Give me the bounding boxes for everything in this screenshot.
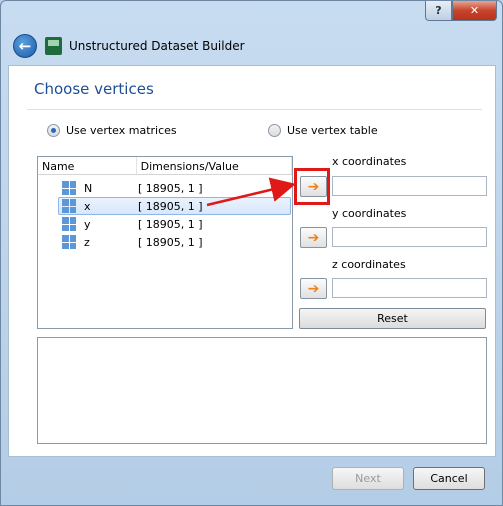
y-coordinates-field[interactable]: [332, 227, 487, 247]
next-button[interactable]: Next: [332, 467, 404, 490]
list-item[interactable]: y [ 18905, 1 ]: [38, 215, 292, 233]
list-item[interactable]: z [ 18905, 1 ]: [38, 233, 292, 251]
close-button[interactable]: ✕: [452, 1, 497, 21]
arrow-right-icon: ➔: [307, 229, 320, 246]
column-dimensions-header[interactable]: Dimensions/Value: [137, 157, 292, 174]
reset-button[interactable]: Reset: [299, 308, 486, 329]
heading-divider: [27, 109, 482, 110]
radio-matrices-label: Use vertex matrices: [66, 124, 177, 137]
title-buttons: ? ✕: [425, 1, 497, 21]
column-name-header[interactable]: Name: [38, 157, 137, 174]
cancel-button[interactable]: Cancel: [413, 467, 485, 490]
z-coordinates-field[interactable]: [332, 278, 487, 298]
title-bar: ? ✕: [1, 1, 502, 29]
assign-y-button[interactable]: ➔: [300, 227, 327, 248]
variable-list[interactable]: Name Dimensions/Value N [ 18905, 1 ] x […: [37, 156, 293, 329]
matrix-icon: [62, 217, 76, 231]
description-box: [37, 337, 487, 444]
radio-vertex-matrices[interactable]: Use vertex matrices: [47, 124, 177, 137]
row-name: x: [84, 199, 91, 213]
list-header: Name Dimensions/Value: [38, 157, 292, 175]
row-dimensions: [ 18905, 1 ]: [138, 217, 203, 231]
assign-z-button[interactable]: ➔: [300, 278, 327, 299]
list-item[interactable]: N [ 18905, 1 ]: [38, 179, 292, 197]
row-dimensions: [ 18905, 1 ]: [138, 181, 203, 195]
row-dimensions: [ 18905, 1 ]: [138, 199, 203, 213]
x-coordinates-label: x coordinates: [332, 155, 407, 168]
row-dimensions: [ 18905, 1 ]: [138, 235, 203, 249]
radio-table-indicator[interactable]: [268, 124, 281, 137]
annotation-highlight-box: [294, 168, 330, 205]
x-coordinates-field[interactable]: [332, 176, 487, 196]
wizard-header: ← Unstructured Dataset Builder: [1, 29, 502, 65]
arrow-right-icon: ➔: [307, 280, 320, 297]
matrix-icon: [62, 235, 76, 249]
app-icon: [45, 37, 62, 55]
back-arrow-icon: ←: [18, 37, 32, 55]
list-item-selected[interactable]: x [ 18905, 1 ]: [58, 197, 291, 215]
radio-matrices-indicator[interactable]: [47, 124, 60, 137]
app-title: Unstructured Dataset Builder: [69, 39, 245, 53]
radio-vertex-table[interactable]: Use vertex table: [268, 124, 378, 137]
wizard-content: Choose vertices Use vertex matrices Use …: [8, 65, 496, 457]
row-name: y: [84, 217, 91, 231]
dialog-window: ? ✕ ← Unstructured Dataset Builder Choos…: [0, 0, 503, 506]
matrix-icon: [62, 199, 76, 213]
page-title: Choose vertices: [34, 80, 154, 98]
y-coordinates-label: y coordinates: [332, 207, 407, 220]
row-name: N: [84, 181, 93, 195]
radio-table-label: Use vertex table: [287, 124, 378, 137]
z-coordinates-label: z coordinates: [332, 258, 406, 271]
matrix-icon: [62, 181, 76, 195]
back-button[interactable]: ←: [13, 34, 37, 58]
row-name: z: [84, 235, 90, 249]
help-button[interactable]: ?: [425, 1, 452, 21]
